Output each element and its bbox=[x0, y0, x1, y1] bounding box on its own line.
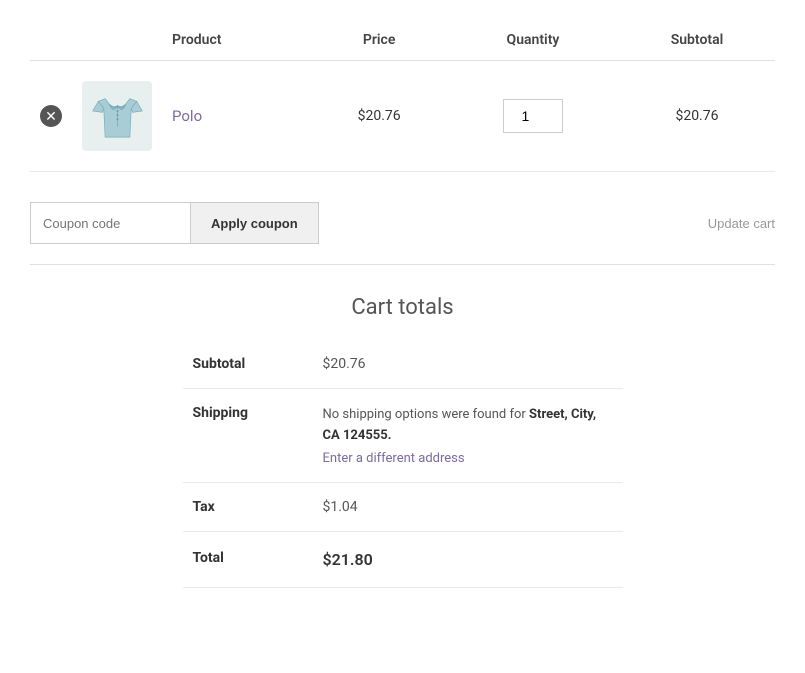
tax-value: $1.04 bbox=[313, 482, 623, 531]
tax-row: Tax $1.04 bbox=[183, 482, 623, 531]
table-row: ✕ bbox=[30, 61, 775, 172]
subtotal-row: Subtotal $20.76 bbox=[183, 340, 623, 389]
product-price-cell: $20.76 bbox=[311, 61, 447, 172]
col-remove-header bbox=[30, 20, 72, 61]
quantity-input[interactable] bbox=[503, 99, 563, 133]
shipping-info: No shipping options were found for Stree… bbox=[313, 389, 623, 483]
tax-label: Tax bbox=[183, 482, 313, 531]
product-thumbnail-cell bbox=[72, 61, 162, 172]
page-wrapper: Product Price Quantity Subtotal ✕ bbox=[0, 0, 805, 673]
product-thumbnail bbox=[82, 81, 152, 151]
total-row: Total $21.80 bbox=[183, 531, 623, 587]
col-product-header: Product bbox=[162, 20, 311, 61]
total-label: Total bbox=[183, 531, 313, 587]
product-subtotal-cell: $20.76 bbox=[619, 61, 775, 172]
subtotal-value: $20.76 bbox=[313, 340, 623, 389]
col-quantity-header: Quantity bbox=[447, 20, 619, 61]
cart-totals-title: Cart totals bbox=[183, 295, 623, 320]
product-quantity-cell bbox=[447, 61, 619, 172]
remove-item-button[interactable]: ✕ bbox=[40, 105, 62, 127]
shipping-message: No shipping options were found for Stree… bbox=[323, 405, 613, 447]
product-price: $20.76 bbox=[358, 108, 401, 124]
coupon-row: Apply coupon Update cart bbox=[30, 192, 775, 265]
coupon-section: Apply coupon bbox=[30, 202, 319, 244]
col-price-header: Price bbox=[311, 20, 447, 61]
col-thumb-header bbox=[72, 20, 162, 61]
product-name-cell: Polo bbox=[162, 61, 311, 172]
shipping-row: Shipping No shipping options were found … bbox=[183, 389, 623, 483]
shipping-label: Shipping bbox=[183, 389, 313, 483]
cart-totals-section: Cart totals Subtotal $20.76 Shipping No … bbox=[183, 295, 623, 588]
product-subtotal: $20.76 bbox=[675, 108, 718, 124]
col-subtotal-header: Subtotal bbox=[619, 20, 775, 61]
enter-address-link[interactable]: Enter a different address bbox=[323, 451, 465, 466]
cart-table: Product Price Quantity Subtotal ✕ bbox=[30, 20, 775, 172]
coupon-input[interactable] bbox=[30, 202, 190, 244]
total-value: $21.80 bbox=[313, 531, 623, 587]
remove-cell: ✕ bbox=[30, 61, 72, 172]
polo-shirt-icon bbox=[90, 89, 145, 144]
subtotal-label: Subtotal bbox=[183, 340, 313, 389]
totals-table: Subtotal $20.76 Shipping No shipping opt… bbox=[183, 340, 623, 588]
update-cart-button[interactable]: Update cart bbox=[708, 216, 775, 231]
apply-coupon-button[interactable]: Apply coupon bbox=[190, 202, 319, 244]
product-link[interactable]: Polo bbox=[172, 107, 202, 125]
